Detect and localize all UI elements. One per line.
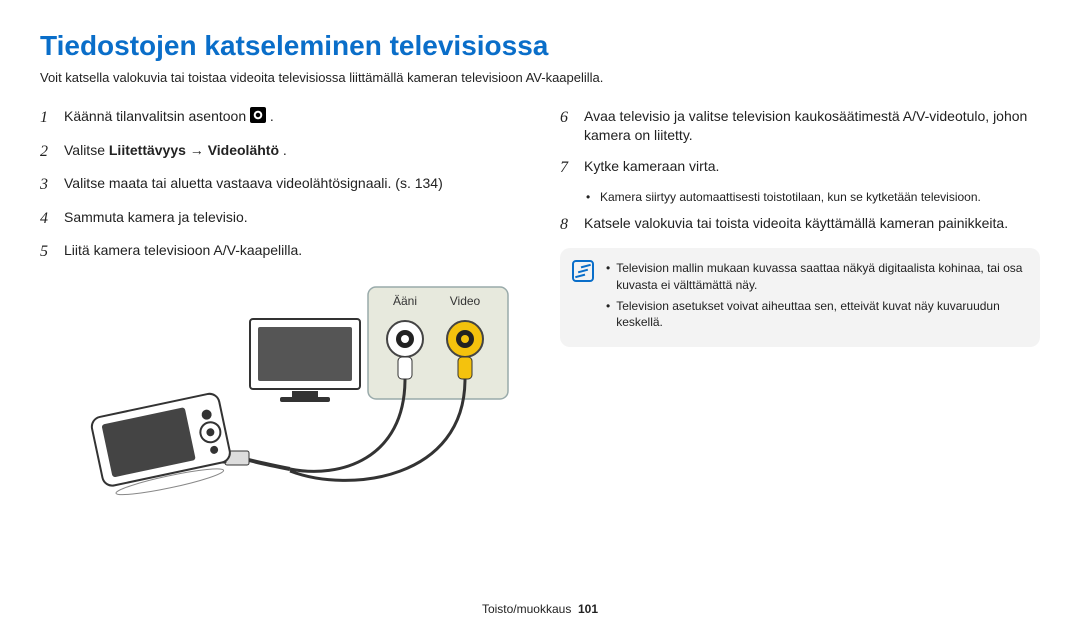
step-2-post: . <box>283 142 287 158</box>
footer-page-number: 101 <box>578 602 598 616</box>
bullet-icon: • <box>606 298 610 332</box>
step-number: 2 <box>40 141 54 163</box>
step-5: 5 Liitä kamera televisioon A/V-kaapelill… <box>40 241 520 263</box>
bullet-icon: • <box>586 190 592 204</box>
step-3: 3 Valitse maata tai aluetta vastaava vid… <box>40 174 520 196</box>
step-7-bullet: • Kamera siirtyy automaattisesti toistot… <box>586 190 1040 204</box>
note-line-2: • Television asetukset voivat aiheuttaa … <box>606 298 1026 332</box>
right-column: 6 Avaa televisio ja valitse television k… <box>560 107 1040 509</box>
step-number: 5 <box>40 241 54 263</box>
step-text: Liitä kamera televisioon A/V-kaapelilla. <box>64 241 520 260</box>
note-text: Television asetukset voivat aiheuttaa se… <box>616 298 1026 332</box>
av-cable-figure: Ääni Video <box>40 279 520 509</box>
step-number: 6 <box>560 107 574 129</box>
step-number: 8 <box>560 214 574 236</box>
note-icon <box>572 260 594 282</box>
step-1: 1 Käännä tilanvalitsin asentoon . <box>40 107 520 129</box>
step-text: Valitse maata tai aluetta vastaava video… <box>64 174 520 193</box>
step-6: 6 Avaa televisio ja valitse television k… <box>560 107 1040 145</box>
step-2-bold: Liitettävyys → Videolähtö <box>109 142 279 158</box>
video-label: Video <box>450 294 481 308</box>
tv-icon <box>250 319 360 402</box>
left-column: 1 Käännä tilanvalitsin asentoon . 2 Vali… <box>40 107 520 509</box>
bullet-text: Kamera siirtyy automaattisesti toistotil… <box>600 190 981 204</box>
page-title: Tiedostojen katseleminen televisiossa <box>40 30 1040 62</box>
step-number: 7 <box>560 157 574 179</box>
content-columns: 1 Käännä tilanvalitsin asentoon . 2 Vali… <box>40 107 1040 509</box>
step-number: 3 <box>40 174 54 196</box>
step-8: 8 Katsele valokuvia tai toista videoita … <box>560 214 1040 236</box>
step-4: 4 Sammuta kamera ja televisio. <box>40 208 520 230</box>
step-1-post: . <box>270 108 274 124</box>
step-number: 4 <box>40 208 54 230</box>
step-2-pre: Valitse <box>64 142 109 158</box>
step-text: Kytke kameraan virta. <box>584 157 1040 176</box>
step-7: 7 Kytke kameraan virta. <box>560 157 1040 179</box>
step-text: Käännä tilanvalitsin asentoon . <box>64 107 520 126</box>
step-number: 1 <box>40 107 54 129</box>
step-2: 2 Valitse Liitettävyys → Videolähtö . <box>40 141 520 163</box>
step-1-pre: Käännä tilanvalitsin asentoon <box>64 108 250 124</box>
gear-icon <box>250 107 266 123</box>
note-line-1: • Television mallin mukaan kuvassa saatt… <box>606 260 1026 294</box>
av-jack-panel: Ääni Video <box>368 287 508 399</box>
note-box: • Television mallin mukaan kuvassa saatt… <box>560 248 1040 347</box>
page-footer: Toisto/muokkaus 101 <box>0 602 1080 616</box>
step-text: Sammuta kamera ja televisio. <box>64 208 520 227</box>
footer-section: Toisto/muokkaus <box>482 602 571 616</box>
step-text: Katsele valokuvia tai toista videoita kä… <box>584 214 1040 233</box>
audio-label: Ääni <box>393 294 417 308</box>
intro-text: Voit katsella valokuvia tai toistaa vide… <box>40 70 1040 85</box>
camera-icon <box>90 392 235 501</box>
note-text: Television mallin mukaan kuvassa saattaa… <box>616 260 1026 294</box>
bullet-icon: • <box>606 260 610 294</box>
step-text: Valitse Liitettävyys → Videolähtö . <box>64 141 520 160</box>
step-text: Avaa televisio ja valitse television kau… <box>584 107 1040 145</box>
